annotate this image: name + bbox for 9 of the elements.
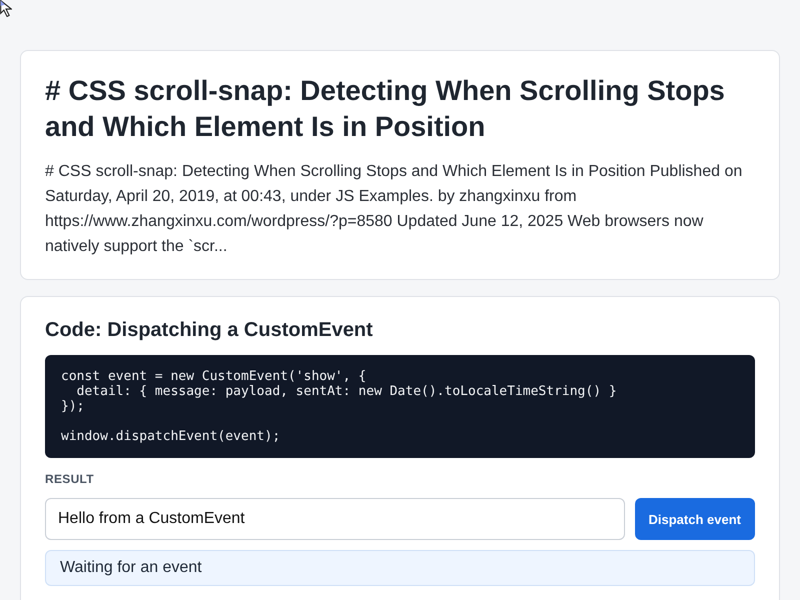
message-input[interactable]: Hello from a CustomEvent [45, 498, 625, 540]
article-title: # CSS scroll-snap: Detecting When Scrolling Stops and Which Element Is in Position [45, 74, 726, 144]
event-output: Waiting for an event [45, 550, 755, 586]
dispatch-button[interactable]: Dispatch event [634, 498, 755, 540]
mouse-pointer-icon [0, 0, 12, 17]
article-excerpt: # CSS scroll-snap: Detecting When Scrolling Stops and Which Element Is in Position Published on Saturday, April 20, 2019, at 00:43, under JS Examples. by zhangxinxu from https://www.zhangxinxu.com/wordpress/?p=8580 Updated June 12, 2025 Web browsers now natively support the `scr... [45, 162, 744, 257]
section-title: Code: Dispatching a CustomEvent [45, 318, 374, 343]
result-label: RESULT [45, 472, 95, 486]
code-block: const event = new CustomEvent('show', { detail: { message: payload, sentAt: new Date().toLocaleTimeString() } }); window.dispatchEvent(event); [45, 355, 755, 458]
